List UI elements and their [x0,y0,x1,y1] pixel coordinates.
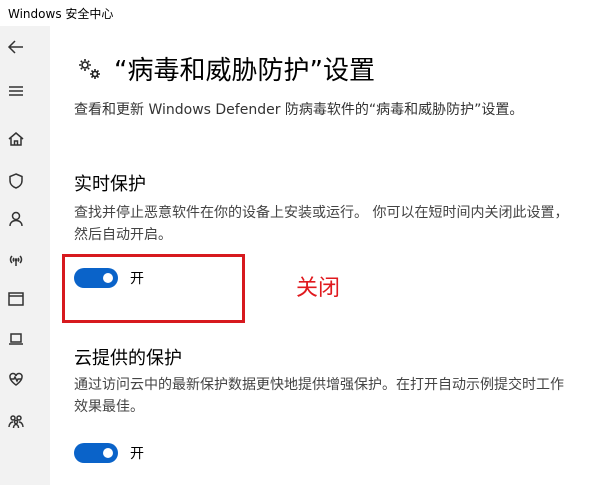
gears-icon [76,55,104,83]
page-description: 查看和更新 Windows Defender 防病毒软件的“病毒和威胁防护”设置… [74,102,524,118]
shield-icon[interactable] [5,170,27,192]
family-icon[interactable] [5,410,27,432]
cloud-toggle-row: 开 [74,443,144,463]
heart-icon[interactable] [5,368,27,390]
realtime-protection-title: 实时保护 [74,174,146,195]
toggle-knob [103,448,113,458]
person-icon[interactable] [5,208,27,230]
window-title: Windows 安全中心 [8,7,114,21]
page-heading: “病毒和威胁防护”设置 [76,50,375,87]
page-title: “病毒和威胁防护”设置 [114,56,375,86]
sidebar [0,26,50,485]
cloud-protection-toggle[interactable] [74,443,118,463]
cloud-protection-title: 云提供的保护 [74,348,182,369]
home-icon[interactable] [5,128,27,150]
cloud-toggle-label: 开 [130,446,144,462]
cloud-protection-text: 通过访问云中的最新保护数据更快地提供增强保护。在打开自动示例提交时工作效果最佳。 [74,377,564,415]
title-bar: Windows 安全中心 [0,0,599,26]
menu-icon[interactable] [5,80,27,102]
annotation-label: 关闭 [296,276,341,301]
app-browser-icon[interactable] [5,288,27,310]
laptop-icon[interactable] [5,328,27,350]
annotation-highlight-box [62,254,245,323]
wifi-icon[interactable] [5,248,27,270]
main-content: “病毒和威胁防护”设置 查看和更新 Windows Defender 防病毒软件… [50,26,599,485]
realtime-protection-text: 查找并停止恶意软件在你的设备上安装或运行。 你可以在短时间内关闭此设置，然后自动… [74,205,569,243]
back-arrow-icon[interactable] [5,36,27,58]
